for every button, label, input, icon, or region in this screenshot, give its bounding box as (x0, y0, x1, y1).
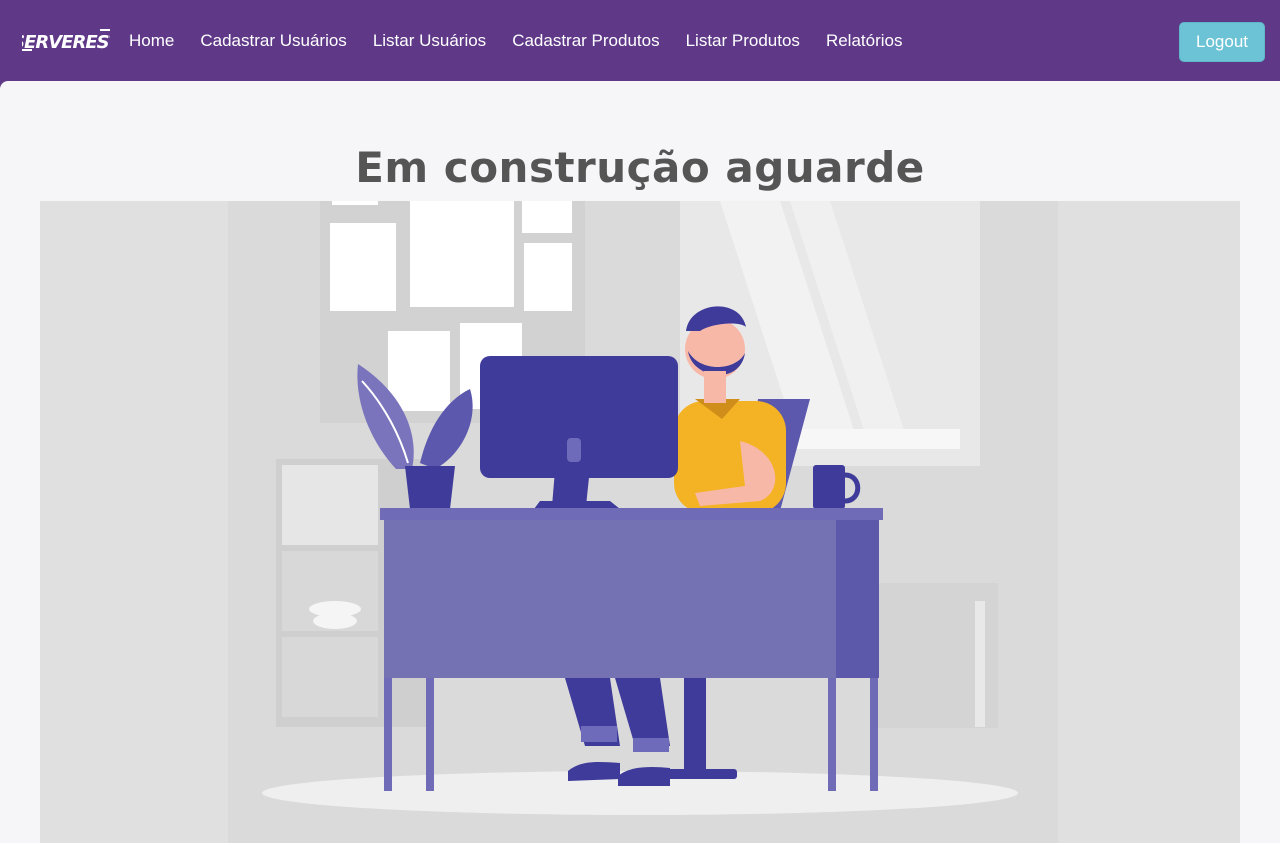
page-title: Em construção aguarde (355, 143, 925, 192)
desk-leg (870, 678, 878, 791)
desk-front (384, 520, 838, 678)
nav-link-relatorios[interactable]: Relatórios (813, 0, 916, 81)
main-nav: Home Cadastrar Usuários Listar Usuários … (116, 0, 915, 81)
nav-link-listar-usuarios[interactable]: Listar Usuários (360, 0, 499, 81)
plant-pot (405, 466, 455, 509)
desk-top (380, 508, 883, 520)
nav-link-cadastrar-produtos[interactable]: Cadastrar Produtos (499, 0, 672, 81)
note-shape (522, 201, 572, 233)
nav-link-listar-produtos[interactable]: Listar Produtos (673, 0, 813, 81)
cabinet-leg (975, 601, 985, 727)
note-shape (410, 201, 514, 307)
note-shape (524, 243, 572, 311)
person-neck (704, 371, 726, 403)
desk-side (836, 520, 879, 678)
nav-link-cadastrar-usuarios[interactable]: Cadastrar Usuários (187, 0, 359, 81)
desk-leg (426, 678, 434, 791)
chair-post (684, 678, 706, 778)
bookshelf-compartment (282, 637, 378, 717)
chair-base (665, 769, 737, 779)
bowl-shape (313, 613, 357, 629)
note-shape (332, 201, 378, 205)
bookshelf-compartment (282, 465, 378, 545)
under-construction-illustration (40, 201, 1240, 843)
desk-leg (828, 678, 836, 791)
top-navbar: SERVEREST Home Cadastrar Usuários Listar… (0, 0, 1280, 81)
logout-button[interactable]: Logout (1179, 22, 1265, 62)
note-shape (388, 331, 450, 411)
note-shape (330, 223, 396, 311)
monitor-base (534, 501, 620, 509)
svg-text:SERVEREST: SERVEREST (22, 32, 110, 52)
serverest-logo[interactable]: SERVEREST (22, 28, 110, 52)
office-worker-illustration (228, 201, 1058, 843)
mug-shape (813, 465, 845, 509)
main-content: Em construção aguarde (0, 81, 1280, 843)
desk-leg (384, 678, 392, 791)
nav-link-home[interactable]: Home (116, 0, 187, 81)
